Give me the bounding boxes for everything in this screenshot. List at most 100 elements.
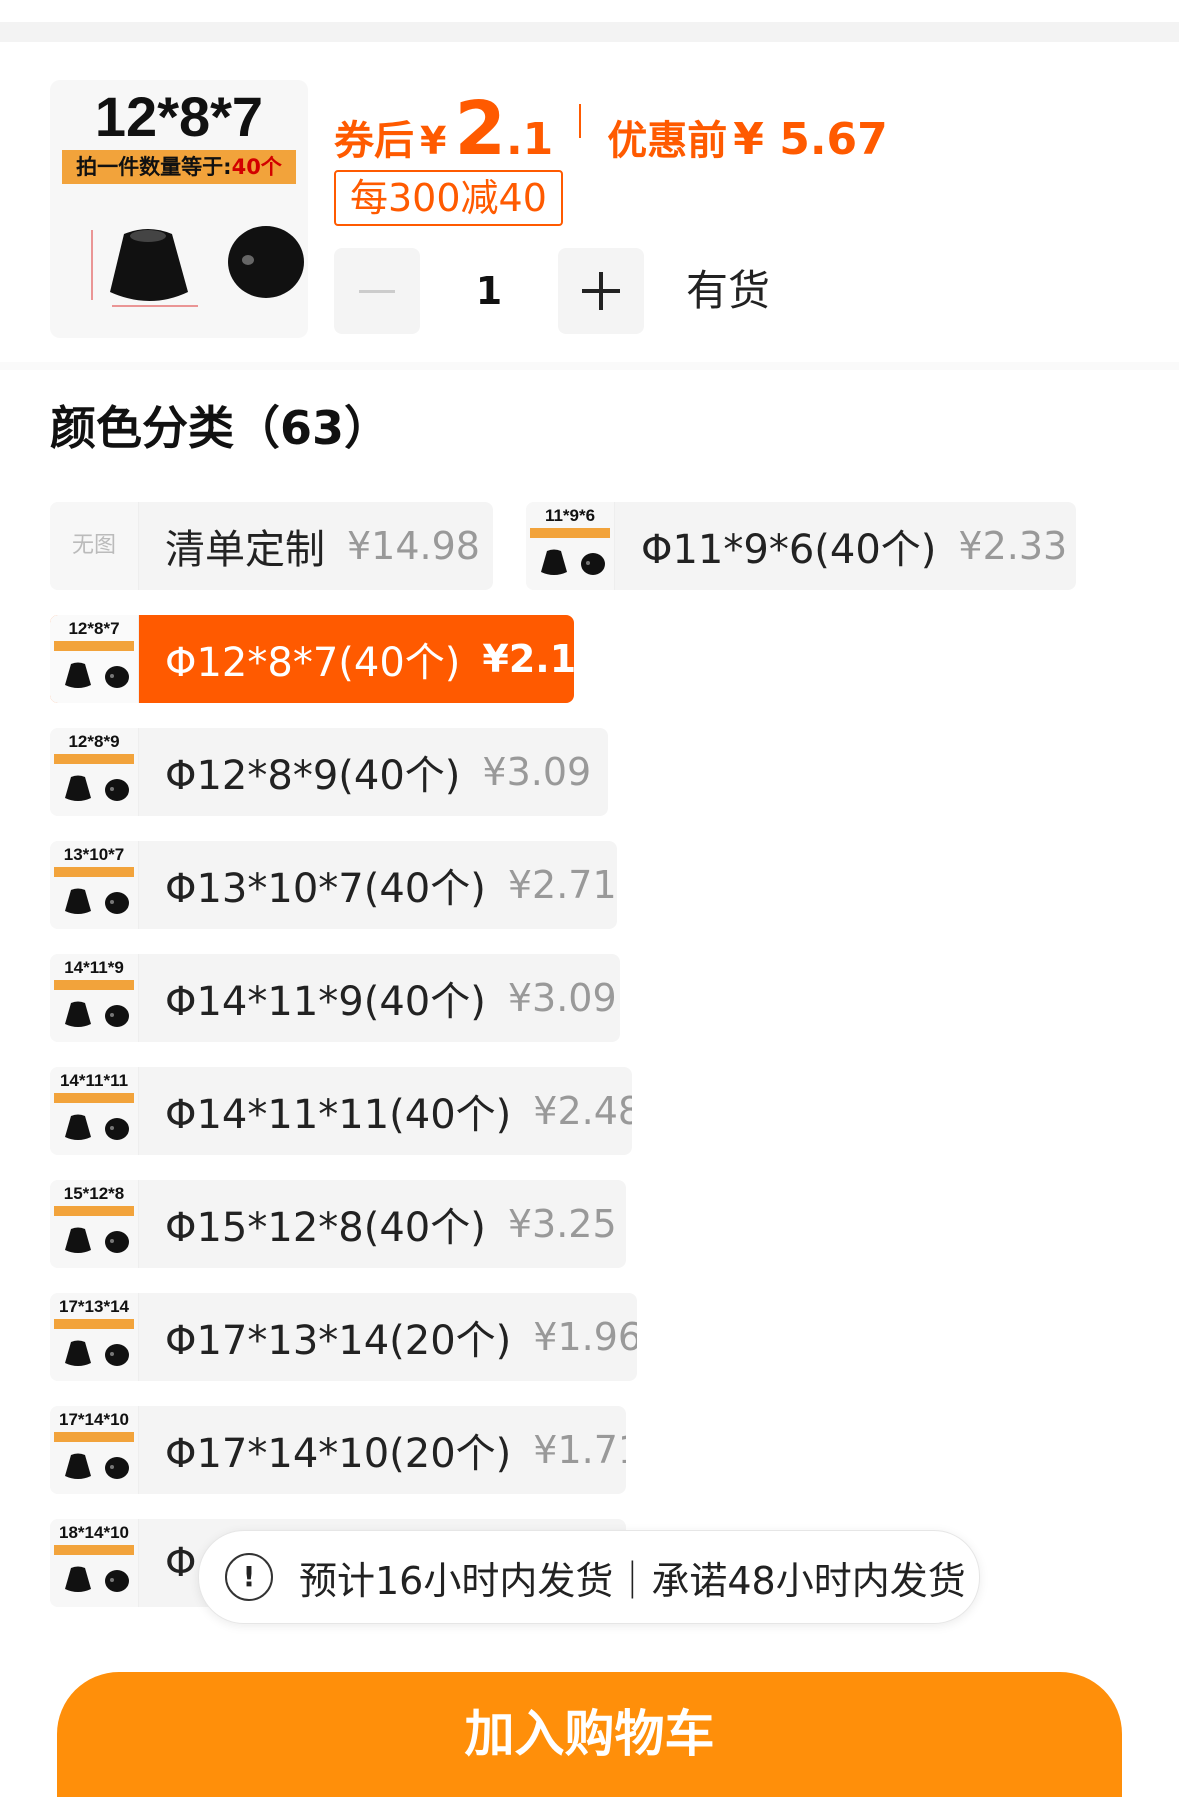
sku-price: ¥2.48 bbox=[533, 1089, 632, 1133]
sku-price: ¥3.25 bbox=[507, 1202, 617, 1246]
rubber-foot-image bbox=[91, 229, 198, 307]
decrease-quantity-button[interactable] bbox=[334, 248, 420, 334]
rubber-foot-side-image bbox=[105, 1344, 129, 1366]
thumbnail-band-count: 40个 bbox=[231, 155, 282, 179]
sku-thumbnail: 12*8*7 bbox=[50, 615, 139, 703]
minus-icon bbox=[359, 290, 395, 293]
sku-thumbnail: 17*14*10 bbox=[50, 1406, 139, 1494]
sku-price: ¥2.71 bbox=[507, 863, 617, 907]
sku-thumbnail-band bbox=[54, 980, 134, 990]
sku-thumbnail: 14*11*11 bbox=[50, 1067, 139, 1155]
sku-option[interactable]: 17*13*14 Φ17*13*14(20个) ¥1.96 bbox=[50, 1293, 637, 1381]
increase-quantity-button[interactable] bbox=[558, 248, 644, 334]
sku-option[interactable]: 17*14*10 Φ17*14*10(20个) ¥1.71 bbox=[50, 1406, 626, 1494]
sku-option[interactable]: 12*8*7 Φ12*8*7(40个) ¥2.1 bbox=[50, 615, 574, 703]
rubber-foot-image bbox=[65, 775, 91, 801]
sku-thumbnail: 11*9*6 bbox=[526, 502, 615, 590]
thumbnail-title: 12*8*7 bbox=[94, 85, 264, 148]
section-divider bbox=[0, 362, 1179, 370]
rubber-foot-side-image bbox=[581, 553, 605, 575]
sku-option[interactable]: 11*9*6 Φ11*9*6(40个) ¥2.33 bbox=[526, 502, 1076, 590]
price-decimal: .1 bbox=[505, 114, 554, 165]
sku-label: Φ14*11*9(40个) bbox=[165, 979, 486, 1025]
sku-price: ¥1.71 bbox=[533, 1428, 626, 1472]
sku-thumbnail-title: 14*11*9 bbox=[64, 958, 124, 977]
section-title: 颜色分类（63） bbox=[50, 401, 391, 455]
rubber-foot-side-image bbox=[105, 1570, 129, 1592]
sku-thumbnail-title: 12*8*9 bbox=[68, 732, 120, 751]
rubber-foot-side-image bbox=[105, 1457, 129, 1479]
exclamation-icon: ! bbox=[225, 1553, 273, 1601]
shipping-message: 预计16小时内发货｜承诺48小时内发货 bbox=[299, 1558, 966, 1603]
no-image-placeholder: 无图 bbox=[71, 533, 116, 558]
rubber-foot-image bbox=[65, 888, 91, 914]
sku-label: Φ12*8*7(40个) bbox=[165, 640, 461, 686]
price-separator bbox=[579, 104, 582, 138]
rubber-foot-image bbox=[65, 1114, 91, 1140]
rubber-foot-side-image bbox=[105, 1231, 129, 1253]
sku-thumbnail: 18*14*10 bbox=[50, 1519, 139, 1607]
sku-label: 清单定制 bbox=[165, 527, 325, 573]
sku-option[interactable]: 13*10*7 Φ13*10*7(40个) ¥2.71 bbox=[50, 841, 617, 929]
rubber-foot-side-image bbox=[228, 226, 304, 298]
sku-thumbnail-band bbox=[54, 1319, 134, 1329]
rubber-foot-image bbox=[65, 1227, 91, 1253]
rubber-foot-image bbox=[65, 1566, 91, 1592]
sku-price: ¥2.33 bbox=[958, 524, 1068, 568]
sku-price: ¥2.1 bbox=[482, 637, 574, 681]
sku-option[interactable]: 14*11*9 Φ14*11*9(40个) ¥3.09 bbox=[50, 954, 620, 1042]
sku-label: Φ17*13*14(20个) bbox=[165, 1318, 512, 1364]
sku-thumbnail-band bbox=[54, 641, 134, 651]
sku-option[interactable]: 15*12*8 Φ15*12*8(40个) ¥3.25 bbox=[50, 1180, 626, 1268]
price-currency: ¥ bbox=[420, 119, 447, 163]
sku-thumbnail-band bbox=[54, 1545, 134, 1555]
sku-thumbnail-band bbox=[530, 528, 610, 538]
add-to-cart-button[interactable]: 加入购物车 bbox=[57, 1672, 1122, 1797]
sku-thumbnail: 12*8*9 bbox=[50, 728, 139, 816]
sku-label: Φ14*11*11(40个) bbox=[165, 1092, 512, 1138]
sku-thumbnail-title: 13*10*7 bbox=[63, 845, 125, 864]
sku-thumbnail: 17*13*14 bbox=[50, 1293, 139, 1381]
sku-thumbnail-title: 17*13*14 bbox=[59, 1297, 129, 1316]
quantity-value[interactable]: 1 bbox=[420, 248, 558, 334]
sku-thumbnail-title: 14*11*11 bbox=[59, 1071, 129, 1090]
rubber-foot-side-image bbox=[105, 892, 129, 914]
sku-label: Φ15*12*8(40个) bbox=[165, 1205, 486, 1251]
sku-label: Φ bbox=[165, 1540, 197, 1586]
sku-label: Φ12*8*9(40个) bbox=[165, 753, 461, 799]
sku-label: Φ11*9*6(40个) bbox=[641, 527, 937, 573]
sku-thumbnail-title: 18*14*10 bbox=[59, 1523, 129, 1542]
rubber-foot-image bbox=[65, 662, 91, 688]
rubber-foot-side-image bbox=[105, 1118, 129, 1140]
sku-price: ¥1.96 bbox=[533, 1315, 637, 1359]
sku-thumbnail: 13*10*7 bbox=[50, 841, 139, 929]
coupon-price-label: 券后 bbox=[334, 118, 414, 164]
sku-thumbnail-band bbox=[54, 867, 134, 877]
rubber-foot-image bbox=[65, 1340, 91, 1366]
product-thumbnail[interactable]: 12*8*7 拍一件数量等于:40个 bbox=[50, 80, 308, 338]
sku-label: Φ17*14*10(20个) bbox=[165, 1431, 512, 1477]
sku-thumbnail-title: 17*14*10 bbox=[59, 1410, 129, 1429]
sku-price: ¥14.98 bbox=[347, 524, 480, 568]
price-integer: 2 bbox=[454, 86, 506, 172]
sku-price: ¥3.09 bbox=[507, 976, 617, 1020]
rubber-foot-side-image bbox=[105, 666, 129, 688]
original-price-label: 优惠前 bbox=[607, 118, 728, 164]
sku-thumbnail-title: 11*9*6 bbox=[544, 506, 596, 525]
sku-thumbnail: 15*12*8 bbox=[50, 1180, 139, 1268]
original-price: ¥ 5.67 bbox=[733, 114, 888, 165]
sku-thumbnail-band bbox=[54, 1093, 134, 1103]
sku-thumbnail-band bbox=[54, 1206, 134, 1216]
rubber-foot-side-image bbox=[105, 779, 129, 801]
sku-thumbnail-title: 15*12*8 bbox=[63, 1184, 125, 1203]
sku-option[interactable]: 12*8*9 Φ12*8*9(40个) ¥3.09 bbox=[50, 728, 608, 816]
sku-thumbnail-band bbox=[54, 754, 134, 764]
rubber-foot-image bbox=[65, 1001, 91, 1027]
shipping-toast: ! 预计16小时内发货｜承诺48小时内发货 bbox=[198, 1530, 980, 1624]
thumbnail-band: 拍一件数量等于:40个 bbox=[62, 150, 296, 184]
sku-price: ¥3.09 bbox=[482, 750, 592, 794]
sku-option[interactable]: 14*11*11 Φ14*11*11(40个) ¥2.48 bbox=[50, 1067, 632, 1155]
sku-thumbnail: 14*11*9 bbox=[50, 954, 139, 1042]
rubber-foot-image bbox=[65, 1453, 91, 1479]
sku-option[interactable]: 无图 清单定制 ¥14.98 bbox=[50, 502, 493, 590]
